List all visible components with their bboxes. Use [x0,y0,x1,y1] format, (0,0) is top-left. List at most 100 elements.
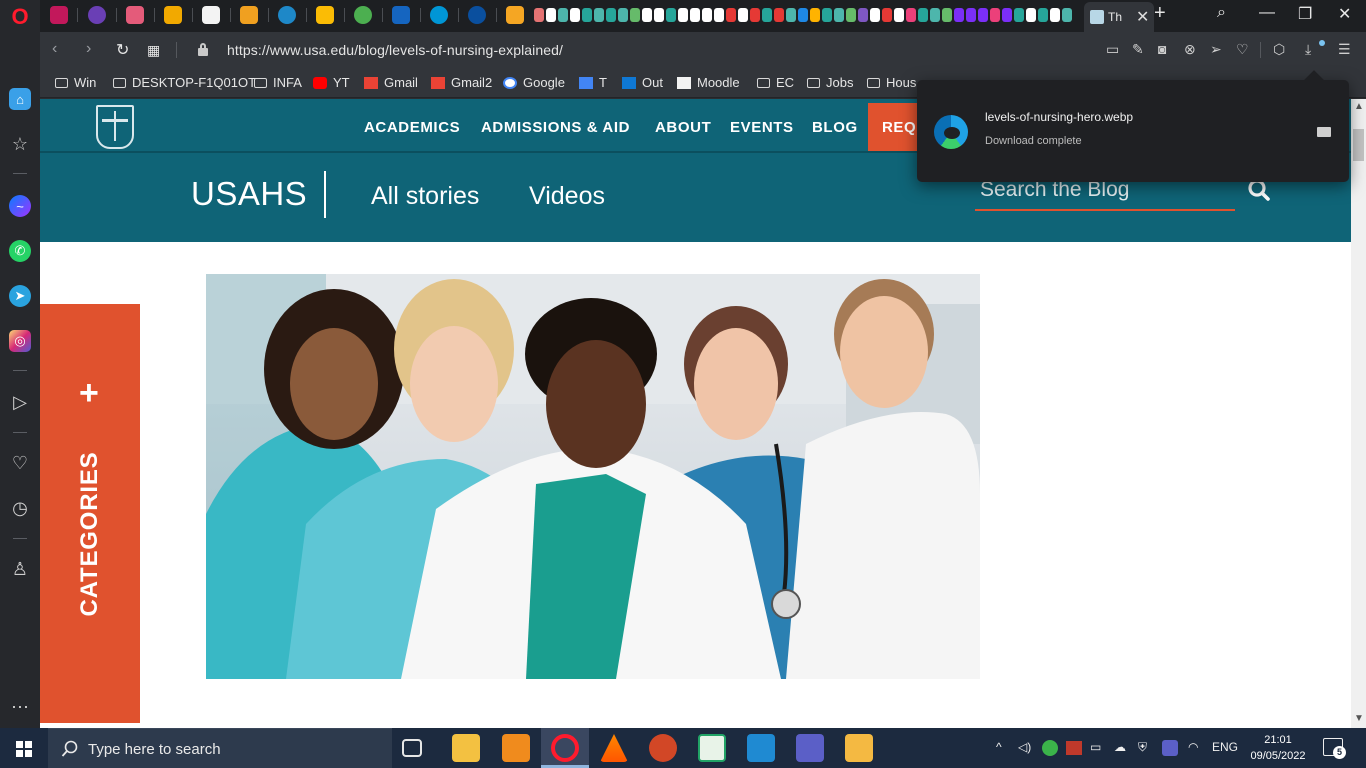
tab-favicon[interactable] [1014,8,1024,22]
nav-blog[interactable]: BLOG [812,119,858,136]
messenger-icon[interactable]: ~ [9,195,31,217]
tab-favicon[interactable] [1062,8,1072,22]
tab-favicon[interactable] [774,8,784,22]
tab-favicon[interactable] [882,8,892,22]
media-app-icon[interactable] [845,734,873,762]
instagram-icon[interactable]: ◎ [9,330,31,352]
reload-icon[interactable]: ↻ [116,40,129,60]
back-icon[interactable]: ‹ [52,40,57,58]
tab-favicon[interactable] [1002,8,1012,22]
videos-link[interactable]: Videos [529,182,605,211]
usahs-logo[interactable] [96,105,134,149]
tab-active[interactable]: Th ✕ [1084,2,1154,32]
history-icon[interactable]: ◷ [9,497,31,519]
edit-icon[interactable]: ✎ [1132,41,1144,58]
shield-icon[interactable]: ⛨ [1138,740,1147,755]
taskbar-search[interactable]: Type here to search [48,728,392,768]
tab-favicon[interactable] [990,8,1000,22]
tabs-grid-icon[interactable]: ▦ [147,42,160,59]
forward-icon[interactable]: › [86,40,91,58]
tab-favicon[interactable] [894,8,904,22]
tab-favicon[interactable] [354,6,372,24]
tab-favicon[interactable] [240,6,258,24]
teams-tray-icon[interactable] [1162,740,1178,756]
pinwheel-tab-icon[interactable] [316,6,334,24]
tab-favicon[interactable] [654,8,664,22]
tab-favicon[interactable] [126,6,144,24]
scroll-up-icon[interactable]: ▲ [1354,101,1364,112]
tab-favicon[interactable] [50,6,68,24]
tab-favicon[interactable] [834,8,844,22]
tab-favicon[interactable] [558,8,568,22]
teams-icon[interactable] [796,734,824,762]
tab-favicon[interactable] [570,8,580,22]
tab-favicon[interactable] [678,8,688,22]
tab-favicon[interactable] [164,6,182,24]
tab-favicon[interactable] [582,8,592,22]
snapshot-icon[interactable]: ◙ [1158,41,1166,57]
tab-favicon[interactable] [978,8,988,22]
bookmark-item[interactable]: INFA [254,75,302,90]
reader-mode-icon[interactable]: ▭ [1106,41,1119,58]
tab-favicon[interactable] [702,8,712,22]
bookmark-item[interactable]: YT [313,75,350,90]
vlc-icon[interactable] [600,734,628,762]
bookmark-heart-icon[interactable]: ♡ [1236,41,1249,58]
bookmark-item[interactable]: EC [757,75,794,90]
tab-favicon[interactable] [822,8,832,22]
tab-favicon[interactable] [392,6,410,24]
windows-start-icon[interactable] [0,728,48,768]
language-indicator[interactable]: ENG [1212,740,1238,754]
tab-favicon[interactable] [858,8,868,22]
lightbulb-icon[interactable]: ♙ [9,558,31,580]
tab-favicon[interactable] [594,8,604,22]
all-stories-link[interactable]: All stories [371,182,479,211]
onedrive-icon[interactable]: ☁ [1114,740,1126,754]
url-text[interactable]: https://www.usa.edu/blog/levels-of-nursi… [227,42,563,58]
nav-academics[interactable]: ACADEMICS [364,119,460,136]
bookmark-item[interactable]: Out [622,75,663,90]
nav-events[interactable]: EVENTS [730,119,794,136]
tab-favicon[interactable] [1038,8,1048,22]
amazon-tab-icon[interactable] [202,6,220,24]
tab-favicon[interactable] [930,8,940,22]
tab-favicon[interactable] [618,8,628,22]
hp-tab-icon[interactable] [430,6,448,24]
wifi-icon[interactable]: ◠ [1188,740,1198,754]
opera-icon[interactable] [551,734,579,762]
security-check-icon[interactable] [1042,740,1058,756]
tab-favicon[interactable] [88,6,106,24]
clock[interactable]: 21:01 09/05/2022 [1248,732,1308,764]
bookmark-item[interactable]: DESKTOP-F1Q01OT [113,75,256,90]
easy-setup-icon[interactable]: ☰ [1338,41,1351,58]
bookmark-item[interactable]: Win [55,75,96,90]
heart-icon[interactable]: ♡ [9,452,31,474]
tab-favicon[interactable] [714,8,724,22]
bookmark-item[interactable]: Gmail2 [431,75,492,90]
new-tab-icon[interactable]: + [1154,2,1166,25]
categories-toggle[interactable]: + CATEGORIES [40,304,140,723]
tab-favicon[interactable] [918,8,928,22]
tab-favicon[interactable] [534,8,544,22]
opera-logo-icon[interactable]: O [9,4,31,29]
cube-icon[interactable]: ⬡ [1273,41,1285,58]
scroll-thumb[interactable] [1353,129,1364,161]
tab-favicon[interactable] [942,8,952,22]
tab-favicon[interactable] [666,8,676,22]
tab-favicon[interactable] [906,8,916,22]
download-filename[interactable]: levels-of-nursing-hero.webp [985,110,1133,124]
nav-about[interactable]: ABOUT [655,119,711,136]
volume-icon[interactable]: ◁) [1018,740,1031,754]
task-view-icon[interactable] [402,739,422,757]
tab-favicon[interactable] [278,6,296,24]
tab-favicon[interactable] [870,8,880,22]
tab-favicon[interactable] [966,8,976,22]
more-icon[interactable]: ⋯ [9,696,31,718]
tray-expand-icon[interactable]: ^ [996,740,1002,754]
tab-favicon[interactable] [762,8,772,22]
bookmark-item[interactable]: Google [503,75,565,90]
nav-admissions[interactable]: ADMISSIONS & AID [481,119,630,136]
vscode-icon[interactable] [747,734,775,762]
telegram-icon[interactable]: ➤ [9,285,31,307]
tab-favicon[interactable] [726,8,736,22]
